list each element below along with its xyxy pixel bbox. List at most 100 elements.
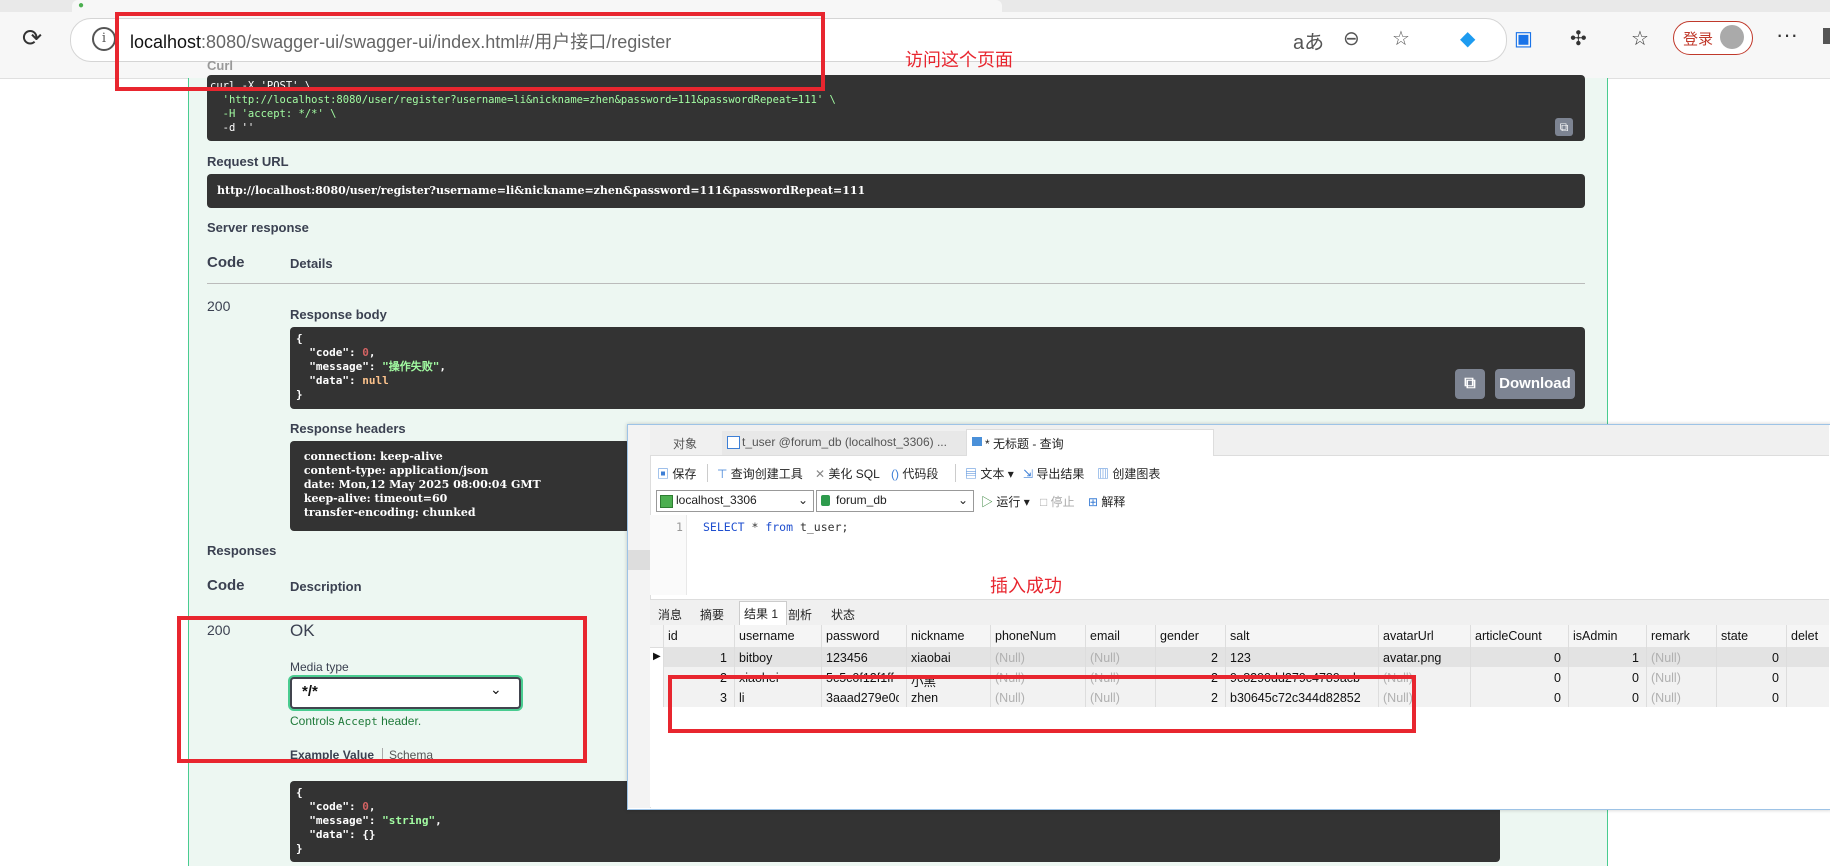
run-button[interactable]: ▷ 运行 ▾: [981, 493, 1030, 510]
grid-cell[interactable]: (Null): [995, 651, 1078, 665]
column-header[interactable]: nickname: [911, 629, 987, 643]
json-value: 0: [362, 800, 369, 813]
column-header[interactable]: gender: [1160, 629, 1222, 643]
grid-cell[interactable]: 0: [1721, 651, 1779, 665]
connection-value: localhost_3306: [676, 493, 757, 507]
code-line: "message": "string",: [296, 814, 442, 827]
tab-query[interactable]: * 无标题 - 查询: [985, 435, 1064, 452]
column-header[interactable]: email: [1090, 629, 1152, 643]
responses-label: Responses: [207, 543, 277, 558]
column-header[interactable]: delet: [1791, 629, 1827, 643]
result-tab-summary[interactable]: 摘要: [700, 606, 724, 623]
json-key: "code":: [296, 346, 363, 359]
json-key: "data":: [296, 828, 363, 841]
zoom-icon[interactable]: ⊖: [1343, 26, 1360, 51]
grid-cell[interactable]: (Null): [1090, 651, 1148, 665]
grid-cell[interactable]: 0: [1721, 691, 1779, 705]
grid-cell[interactable]: 0: [1573, 671, 1639, 685]
tab-objects[interactable]: 对象: [673, 435, 697, 452]
export-result-button[interactable]: ⇲ 导出结果: [1023, 465, 1084, 482]
download-button[interactable]: Download: [1495, 369, 1575, 399]
copy-icon[interactable]: ⧉: [1555, 118, 1573, 136]
column-header[interactable]: articleCount: [1475, 629, 1565, 643]
column-header[interactable]: username: [739, 629, 818, 643]
column-separator: [1568, 625, 1569, 707]
json-key: "message":: [296, 360, 383, 373]
sql-keyword: SELECT: [703, 520, 745, 534]
grid-cell[interactable]: 0: [1475, 671, 1561, 685]
chart-icon: ▥: [1097, 467, 1113, 481]
create-chart-button[interactable]: ▥ 创建图表: [1097, 465, 1160, 482]
grid-cell[interactable]: xiaobai: [911, 651, 983, 665]
grid-cell[interactable]: avatar.png: [1383, 651, 1463, 665]
result-tab-result1[interactable]: 结果 1: [744, 605, 778, 622]
extensions-puzzle-icon[interactable]: ✣: [1570, 26, 1587, 51]
column-header[interactable]: remark: [1651, 629, 1713, 643]
reload-icon[interactable]: ⟳: [22, 24, 42, 53]
grid-cell[interactable]: 1: [1573, 651, 1639, 665]
beautify-icon: ✕: [815, 467, 829, 481]
grid-cell[interactable]: 0: [1475, 691, 1561, 705]
current-row-icon: ▶: [653, 651, 661, 662]
stop-button[interactable]: □ 停止: [1040, 493, 1075, 510]
grid-cell[interactable]: 123456: [826, 651, 899, 665]
curl-line: -H 'accept: */*' \: [210, 108, 337, 120]
column-header[interactable]: avatarUrl: [1383, 629, 1467, 643]
code-snippet-button[interactable]: () 代码段: [891, 465, 938, 482]
beautify-sql-button[interactable]: ✕ 美化 SQL: [815, 465, 880, 482]
code-line: "code": 0,: [296, 346, 376, 359]
grid-cell[interactable]: 123: [1230, 651, 1371, 665]
annotation-box-response: [177, 616, 587, 763]
more-menu-icon[interactable]: ···: [1776, 22, 1798, 48]
active-tab[interactable]: [72, 0, 1002, 12]
grid-cell[interactable]: 0: [1721, 671, 1779, 685]
grid-cell[interactable]: 1: [668, 651, 727, 665]
extension-book-icon[interactable]: ▣: [1514, 26, 1533, 51]
grid-cell[interactable]: 0: [1573, 691, 1639, 705]
json-value: "操作失败": [382, 360, 440, 373]
export-label: 导出结果: [1036, 467, 1085, 481]
code-line: }: [296, 842, 303, 855]
column-header[interactable]: isAdmin: [1573, 629, 1643, 643]
column-header[interactable]: salt: [1230, 629, 1375, 643]
navicat-side-strip: [628, 425, 651, 808]
grid-cell[interactable]: (Null): [1651, 671, 1709, 685]
column-header[interactable]: state: [1721, 629, 1783, 643]
extension-bird-icon[interactable]: ◆: [1460, 26, 1475, 51]
grid-cell[interactable]: 2: [1160, 651, 1218, 665]
query-builder-button[interactable]: ⊤ 查询创建工具: [717, 465, 803, 482]
explain-button[interactable]: ⊞ 解释: [1088, 493, 1125, 510]
grid-cell[interactable]: (Null): [1651, 691, 1709, 705]
curl-line: 'http://localhost:8080/user/register?use…: [210, 94, 836, 106]
result-tab-status[interactable]: 状态: [831, 606, 855, 623]
site-info-icon[interactable]: i: [92, 27, 116, 51]
favorite-star-icon[interactable]: ☆: [1392, 26, 1410, 51]
response-headers-label: Response headers: [290, 421, 406, 436]
read-aloud-icon[interactable]: aあ: [1293, 26, 1324, 55]
column-header[interactable]: phoneNum: [995, 629, 1082, 643]
request-url: http://localhost:8080/user/register?user…: [217, 184, 866, 197]
column-separator: [1470, 625, 1471, 707]
column-separator: [1716, 625, 1717, 707]
tab-table[interactable]: t_user @forum_db (localhost_3306) ...: [742, 435, 947, 449]
header-line: connection: keep-alive: [300, 450, 443, 463]
result-tab-profile[interactable]: 剖析: [788, 606, 812, 623]
grid-cell[interactable]: (Null): [1651, 651, 1709, 665]
login-label: 登录: [1683, 31, 1714, 48]
result-tab-messages[interactable]: 消息: [658, 606, 682, 623]
beautify-label: 美化 SQL: [828, 467, 880, 481]
column-header[interactable]: id: [668, 629, 731, 643]
description-header: Description: [290, 579, 362, 594]
favorites-list-icon[interactable]: ☆: [1631, 26, 1649, 51]
save-button[interactable]: ▣ 保存: [657, 465, 696, 482]
database-icon: [821, 495, 830, 506]
chevron-down-icon: ⌄: [798, 493, 809, 507]
database-value: forum_db: [836, 493, 887, 507]
copy-body-button[interactable]: ⧉: [1455, 369, 1485, 399]
text-button[interactable]: ▤ 文本 ▾: [965, 465, 1014, 482]
code-line: "data": null: [296, 374, 446, 388]
column-header[interactable]: password: [826, 629, 903, 643]
grid-cell[interactable]: bitboy: [739, 651, 814, 665]
example-code: { "code": 0, "message": "string", "data"…: [296, 786, 442, 856]
grid-cell[interactable]: 0: [1475, 651, 1561, 665]
